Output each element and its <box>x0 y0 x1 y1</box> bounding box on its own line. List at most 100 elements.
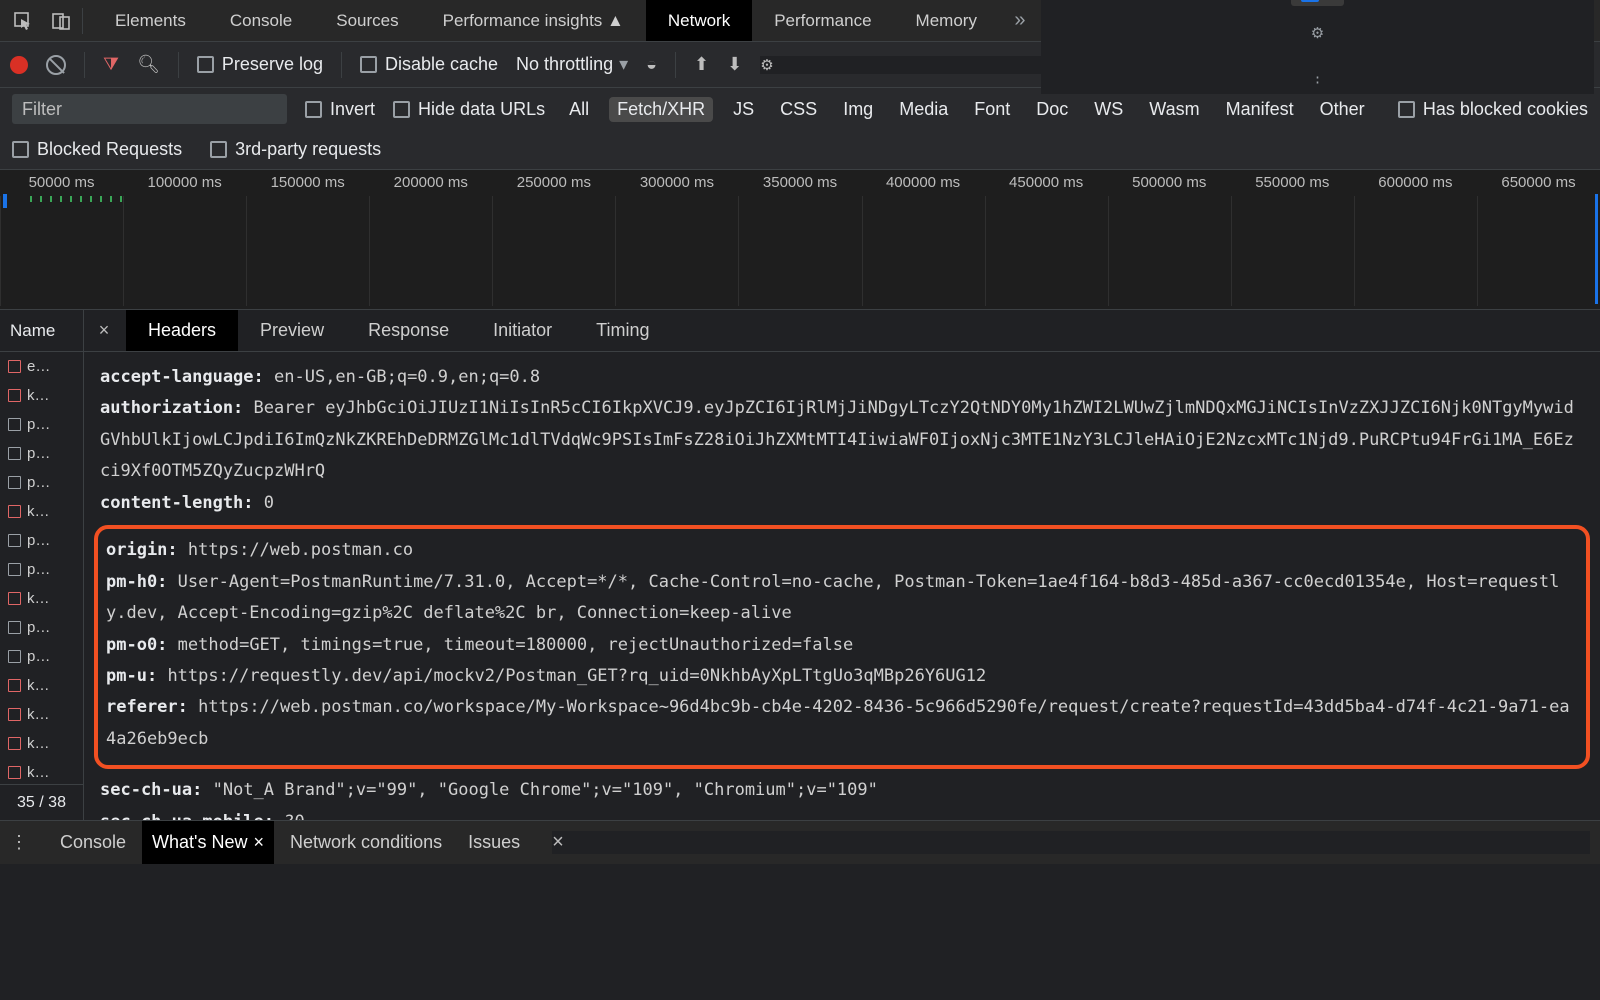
filter-type-manifest[interactable]: Manifest <box>1220 97 1300 122</box>
drawer-tab-console[interactable]: Console <box>50 821 136 864</box>
panel-settings-icon[interactable]: ⚙ <box>760 56 1590 74</box>
settings-icon[interactable]: ⚙ <box>1300 16 1334 50</box>
filter-type-wasm[interactable]: Wasm <box>1143 97 1205 122</box>
more-tabs-icon[interactable]: » <box>1003 4 1037 38</box>
drawer-menu-icon[interactable]: ⋮ <box>10 832 28 853</box>
request-status-icon <box>8 505 21 518</box>
invert-checkbox[interactable]: Invert <box>305 99 375 120</box>
close-drawer-icon[interactable]: × <box>552 831 1590 854</box>
request-status-icon <box>8 534 21 547</box>
network-conditions-icon[interactable]: ◒ <box>646 54 657 75</box>
request-row[interactable]: p… <box>0 613 83 642</box>
third-party-checkbox[interactable]: 3rd-party requests <box>210 139 381 160</box>
timeline-start-marker <box>3 194 7 208</box>
request-name: p… <box>27 619 50 636</box>
tab-elements[interactable]: Elements <box>93 0 208 41</box>
filter-type-img[interactable]: Img <box>837 97 879 122</box>
filter-type-js[interactable]: JS <box>727 97 760 122</box>
request-list-panel: Name e…k…p…p…p…k…p…p…k…p…p…k…k…k…k…k… 35… <box>0 310 84 820</box>
device-toggle-icon[interactable] <box>44 4 78 38</box>
close-icon[interactable]: × <box>254 832 265 853</box>
tab-performance-insights-[interactable]: Performance insights ▲ <box>421 0 646 41</box>
detail-tab-initiator[interactable]: Initiator <box>471 310 574 351</box>
filter-type-ws[interactable]: WS <box>1088 97 1129 122</box>
request-row[interactable]: p… <box>0 439 83 468</box>
drawer-tab-network-conditions[interactable]: Network conditions <box>280 821 452 864</box>
request-status-icon <box>8 563 21 576</box>
filter-type-doc[interactable]: Doc <box>1030 97 1074 122</box>
request-status-icon <box>8 650 21 663</box>
timeline-tick: 650000 ms <box>1477 174 1600 191</box>
blocked-requests-checkbox[interactable]: Blocked Requests <box>12 139 182 160</box>
detail-tab-response[interactable]: Response <box>346 310 471 351</box>
timeline-tick: 500000 ms <box>1108 174 1231 191</box>
drawer-tab-issues[interactable]: Issues <box>458 821 530 864</box>
tab-memory[interactable]: Memory <box>894 0 999 41</box>
request-row[interactable]: e… <box>0 352 83 381</box>
request-row[interactable]: p… <box>0 642 83 671</box>
throttling-select[interactable]: No throttling▾ <box>516 54 628 75</box>
request-row[interactable]: k… <box>0 584 83 613</box>
close-detail-icon[interactable]: × <box>84 320 124 341</box>
preserve-log-label: Preserve log <box>222 54 323 75</box>
filter-type-font[interactable]: Font <box>968 97 1016 122</box>
detail-tab-preview[interactable]: Preview <box>238 310 346 351</box>
name-column-header[interactable]: Name <box>0 310 83 352</box>
message-icon <box>1301 0 1319 2</box>
request-name: k… <box>27 387 50 404</box>
request-row[interactable]: k… <box>0 381 83 410</box>
hide-data-urls-checkbox[interactable]: Hide data URLs <box>393 99 545 120</box>
upload-har-icon[interactable]: ⬆ <box>694 54 709 75</box>
request-name: k… <box>27 503 50 520</box>
download-har-icon[interactable]: ⬇ <box>727 54 742 75</box>
filter-type-fetchxhr[interactable]: Fetch/XHR <box>609 97 713 122</box>
search-icon[interactable]: 🔍︎ <box>137 54 160 75</box>
request-status-icon <box>8 708 21 721</box>
request-name: k… <box>27 590 50 607</box>
tab-network[interactable]: Network <box>646 0 752 41</box>
request-status-icon <box>8 389 21 402</box>
tab-performance[interactable]: Performance <box>752 0 893 41</box>
filter-icon[interactable]: ⧩ <box>103 54 119 75</box>
request-row[interactable]: k… <box>0 700 83 729</box>
drawer-tab-what-s-new[interactable]: What's New × <box>142 821 274 864</box>
request-row[interactable]: k… <box>0 671 83 700</box>
has-blocked-label: Has blocked cookies <box>1423 99 1588 120</box>
request-name: p… <box>27 648 50 665</box>
request-name: p… <box>27 416 50 433</box>
messages-badge[interactable]: 1 <box>1291 0 1344 6</box>
timeline-tick: 250000 ms <box>492 174 615 191</box>
third-party-label: 3rd-party requests <box>235 139 381 160</box>
filter-type-css[interactable]: CSS <box>774 97 823 122</box>
headers-body[interactable]: accept-language: en-US,en-GB;q=0.9,en;q=… <box>84 352 1600 820</box>
timeline-tick: 400000 ms <box>862 174 985 191</box>
request-row[interactable]: p… <box>0 468 83 497</box>
timeline[interactable]: 50000 ms100000 ms150000 ms200000 ms25000… <box>0 170 1600 310</box>
record-button[interactable] <box>10 56 28 74</box>
clear-button[interactable] <box>46 55 66 75</box>
request-row[interactable]: p… <box>0 555 83 584</box>
timeline-tick: 300000 ms <box>615 174 738 191</box>
disable-cache-checkbox[interactable]: Disable cache <box>360 54 498 75</box>
request-row[interactable]: p… <box>0 410 83 439</box>
tab-sources[interactable]: Sources <box>314 0 420 41</box>
tab-console[interactable]: Console <box>208 0 314 41</box>
filter-type-media[interactable]: Media <box>893 97 954 122</box>
request-name: p… <box>27 474 50 491</box>
filter-type-all[interactable]: All <box>563 97 595 122</box>
detail-tab-headers[interactable]: Headers <box>126 310 238 351</box>
timeline-tick: 350000 ms <box>738 174 861 191</box>
request-name: k… <box>27 706 50 723</box>
filter-type-other[interactable]: Other <box>1314 97 1371 122</box>
request-row[interactable]: k… <box>0 497 83 526</box>
timeline-tick: 200000 ms <box>369 174 492 191</box>
request-row[interactable]: p… <box>0 526 83 555</box>
request-row[interactable]: k… <box>0 758 83 784</box>
detail-tab-timing[interactable]: Timing <box>574 310 671 351</box>
filter-input[interactable]: Filter <box>12 94 287 124</box>
timeline-tick: 450000 ms <box>985 174 1108 191</box>
preserve-log-checkbox[interactable]: Preserve log <box>197 54 323 75</box>
inspect-icon[interactable] <box>6 4 40 38</box>
request-row[interactable]: k… <box>0 729 83 758</box>
has-blocked-cookies-checkbox[interactable]: Has blocked cookies <box>1398 99 1588 120</box>
